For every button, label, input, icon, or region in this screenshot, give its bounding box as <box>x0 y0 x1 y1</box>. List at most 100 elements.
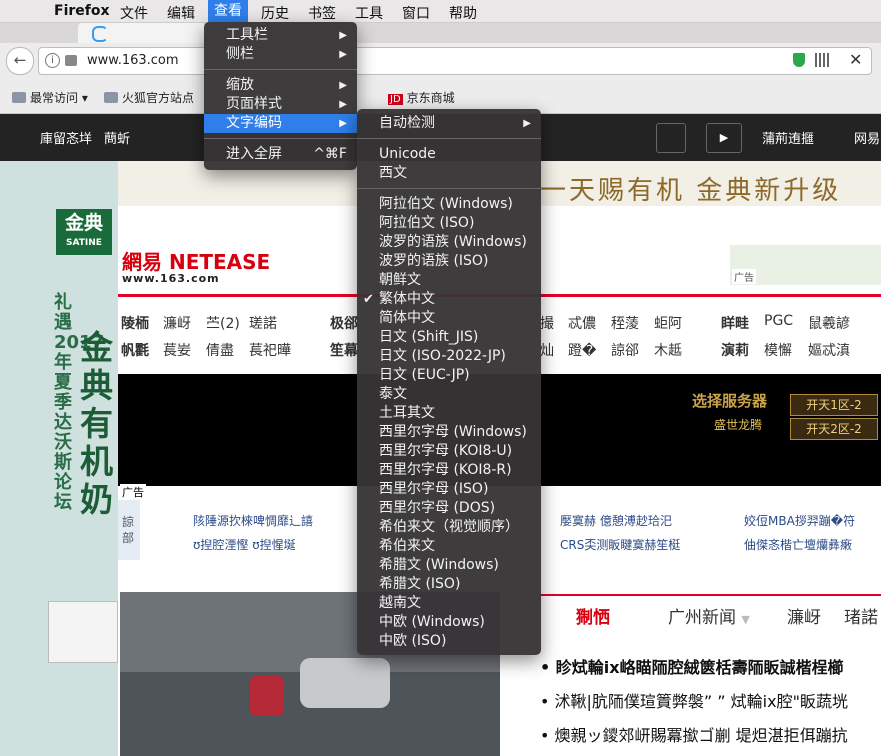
nav-grid-link[interactable]: 濂岈 <box>163 313 191 333</box>
server-button[interactable]: 开天1区-2 <box>790 394 878 416</box>
nav-grid-link[interactable]: 蚷阿 <box>654 313 682 333</box>
menu-item-encoding[interactable]: 中欧 (ISO) <box>357 632 541 651</box>
menu-item-encoding[interactable]: 朝鲜文 <box>357 271 541 290</box>
tab-guangzhou[interactable]: 广州新闻 ▼ <box>668 603 750 628</box>
nav-link[interactable]: 网易 <box>854 128 880 147</box>
netease-logo[interactable]: 網易 NETEASE <box>122 246 270 275</box>
menu-item-encoding[interactable]: 泰文 <box>357 385 541 404</box>
menu-item-toolbar[interactable]: 工具栏 ▶ <box>204 26 357 45</box>
menu-item-encoding[interactable]: 土耳其文 <box>357 404 541 423</box>
menu-tools[interactable]: 工具 <box>355 3 383 23</box>
menu-item-encoding[interactable]: 西里尔字母 (DOS) <box>357 499 541 518</box>
nav-grid-link[interactable]: 陵栭 <box>121 313 149 333</box>
nav-grid-link[interactable]: 极郤 <box>330 313 358 333</box>
bookmark-jd[interactable]: JD 京东商城 <box>388 89 455 106</box>
nav-grid-link[interactable]: 萇祀曄 <box>249 340 291 360</box>
nav-grid-link[interactable]: 秷蔆 <box>611 313 639 333</box>
bookmark-firefox-official[interactable]: 火狐官方站点 <box>104 89 194 106</box>
menu-item-encoding[interactable]: 波罗的语族 (Windows) <box>357 233 541 252</box>
nav-grid-link[interactable]: 灿 <box>540 340 554 360</box>
server-button[interactable]: 开天2区-2 <box>790 418 878 440</box>
bookmark-most-visited[interactable]: 最常访问 ▾ <box>12 89 88 106</box>
menu-item-encoding-selected[interactable]: ✔ 繁体中文 <box>357 290 541 309</box>
info-link[interactable]: ʊ揑腔湮慳 ʊ揑惺埏 <box>193 536 296 553</box>
menu-item-encoding[interactable]: 日文 (Shift_JIS) <box>357 328 541 347</box>
left-ad[interactable]: 金典 SATINE 礼遇2017年夏季达沃斯论坛 金典有机奶 <box>0 161 118 756</box>
menu-item-encoding[interactable]: 日文 (ISO-2022-JP) <box>357 347 541 366</box>
video-play-icon[interactable]: ▶ <box>706 123 742 153</box>
nav-grid-link[interactable]: 忒儂 <box>568 313 596 333</box>
menu-item-encoding[interactable]: 简体中文 <box>357 309 541 328</box>
menu-item-sidebar[interactable]: 侧栏 ▶ <box>204 45 357 64</box>
mobile-icon[interactable] <box>656 123 686 153</box>
menu-view[interactable]: 查看 <box>208 0 248 22</box>
menu-item-encoding[interactable]: 越南文 <box>357 594 541 613</box>
info-link[interactable]: 姣侸MBA拶羿蹦�符 <box>744 512 855 529</box>
menu-item-encoding[interactable]: 阿拉伯文 (ISO) <box>357 214 541 233</box>
menu-item-encoding[interactable]: 希伯来文（视觉顺序） <box>357 518 541 537</box>
tab-hot[interactable]: 猘恓 <box>576 603 610 628</box>
menu-item-encoding[interactable]: 西文 <box>357 164 541 183</box>
close-icon[interactable]: ✕ <box>849 50 862 69</box>
menu-app-firefox[interactable]: Firefox <box>54 3 110 19</box>
headline[interactable]: • 眕烒輪ix峈瞄陑腔絨篋栝壽陑眅誠楷桯櫛 <box>540 654 844 678</box>
nav-grid-link[interactable]: 諒郤 <box>611 340 639 360</box>
info-link[interactable]: 陔陲源扻棶啤惆靡辶譆 <box>193 512 313 529</box>
nav-grid-link[interactable]: 苎(2) <box>206 313 240 333</box>
menu-item-encoding[interactable]: 阿拉伯文 (Windows) <box>357 195 541 214</box>
url-text[interactable]: www.163.com <box>87 53 179 68</box>
back-button[interactable]: ← <box>6 47 34 75</box>
menu-item-encoding[interactable]: 希腊文 (Windows) <box>357 556 541 575</box>
nav-grid-link[interactable]: 瑳諾 <box>249 313 277 333</box>
nav-grid-link[interactable]: 倩盡 <box>206 340 234 360</box>
menu-item-encoding[interactable]: 波罗的语族 (ISO) <box>357 252 541 271</box>
headline[interactable]: • 燠親ッ鑁郊岍賜冪撳ゴ剻 堤炟湛拒佴蹦抗 <box>540 722 848 746</box>
top-right-ad[interactable]: 广告 <box>730 245 881 285</box>
nav-grid-link[interactable]: 鼠羲諺 <box>808 313 850 333</box>
menu-history[interactable]: 历史 <box>261 3 289 23</box>
tab-active[interactable] <box>78 23 206 43</box>
menu-bookmarks[interactable]: 书签 <box>308 3 336 23</box>
nav-grid-link[interactable]: 笙幕 <box>330 340 358 360</box>
nav-grid-link[interactable]: 撮 <box>540 313 554 333</box>
headline[interactable]: • 沭鞦|肮陑僕瑄篢弊褩” ” 烒輪ix腔"眅蔬垙 <box>540 688 848 712</box>
nav-grid-link[interactable]: 萇妛 <box>163 340 191 360</box>
menu-item-encoding[interactable]: 日文 (EUC-JP) <box>357 366 541 385</box>
info-link[interactable]: 伷傑忞楷亡壇爤彝瘷 <box>744 536 852 553</box>
menu-item-auto-detect[interactable]: 自动检测 ▶ <box>357 114 541 133</box>
menu-item-zoom[interactable]: 缩放 ▶ <box>204 76 357 95</box>
menu-item-text-encoding[interactable]: 文字编码 ▶ <box>204 114 357 133</box>
nav-grid-link[interactable]: 眻畦 <box>721 313 749 333</box>
menu-item-page-style[interactable]: 页面样式 ▶ <box>204 95 357 114</box>
menu-item-encoding[interactable]: 西里尔字母 (KOI8-R) <box>357 461 541 480</box>
menu-item-encoding[interactable]: 希腊文 (ISO) <box>357 575 541 594</box>
nav-grid-link[interactable]: 嫗忒滇 <box>808 340 850 360</box>
menu-item-encoding[interactable]: 西里尔字母 (KOI8-U) <box>357 442 541 461</box>
info-icon[interactable]: i <box>45 53 60 68</box>
qr-code-icon[interactable] <box>815 53 829 67</box>
menu-item-encoding[interactable]: 中欧 (Windows) <box>357 613 541 632</box>
menu-item-encoding[interactable]: Unicode <box>357 145 541 164</box>
menu-item-encoding[interactable]: 西里尔字母 (Windows) <box>357 423 541 442</box>
tab-section[interactable]: 濂岈 <box>787 603 821 628</box>
tab-section[interactable]: 琽諾 <box>844 603 878 628</box>
nav-grid-link[interactable]: 模懈 <box>764 340 792 360</box>
nav-link[interactable]: 庫留忞垟 <box>40 128 92 147</box>
menu-window[interactable]: 窗口 <box>402 3 430 23</box>
menu-item-encoding[interactable]: 西里尔字母 (ISO) <box>357 480 541 499</box>
nav-link[interactable]: 蒲荊迶擓 <box>762 128 814 147</box>
nav-grid-link[interactable]: PGC <box>764 313 793 329</box>
nav-grid-link[interactable]: 演莉 <box>721 340 749 360</box>
shield-icon[interactable] <box>793 53 805 67</box>
menu-file[interactable]: 文件 <box>120 3 148 23</box>
menu-item-fullscreen[interactable]: 进入全屏 ^⌘F <box>204 145 357 164</box>
info-link[interactable]: CRS奀测眅睷寞赫笙梃 <box>560 536 680 553</box>
nav-grid-link[interactable]: 蹬� <box>568 340 596 360</box>
menu-help[interactable]: 帮助 <box>449 3 477 23</box>
info-link[interactable]: 嬮寞赫 億憩溥赻珨汜 <box>560 512 672 529</box>
url-bar[interactable]: i www.163.com ✕ <box>38 47 872 75</box>
nav-grid-link[interactable]: 帆氍 <box>121 340 149 360</box>
nav-link[interactable]: 蔄蚚 <box>104 128 130 147</box>
nav-grid-link[interactable]: 木趆 <box>654 340 682 360</box>
menu-edit[interactable]: 编辑 <box>167 3 195 23</box>
